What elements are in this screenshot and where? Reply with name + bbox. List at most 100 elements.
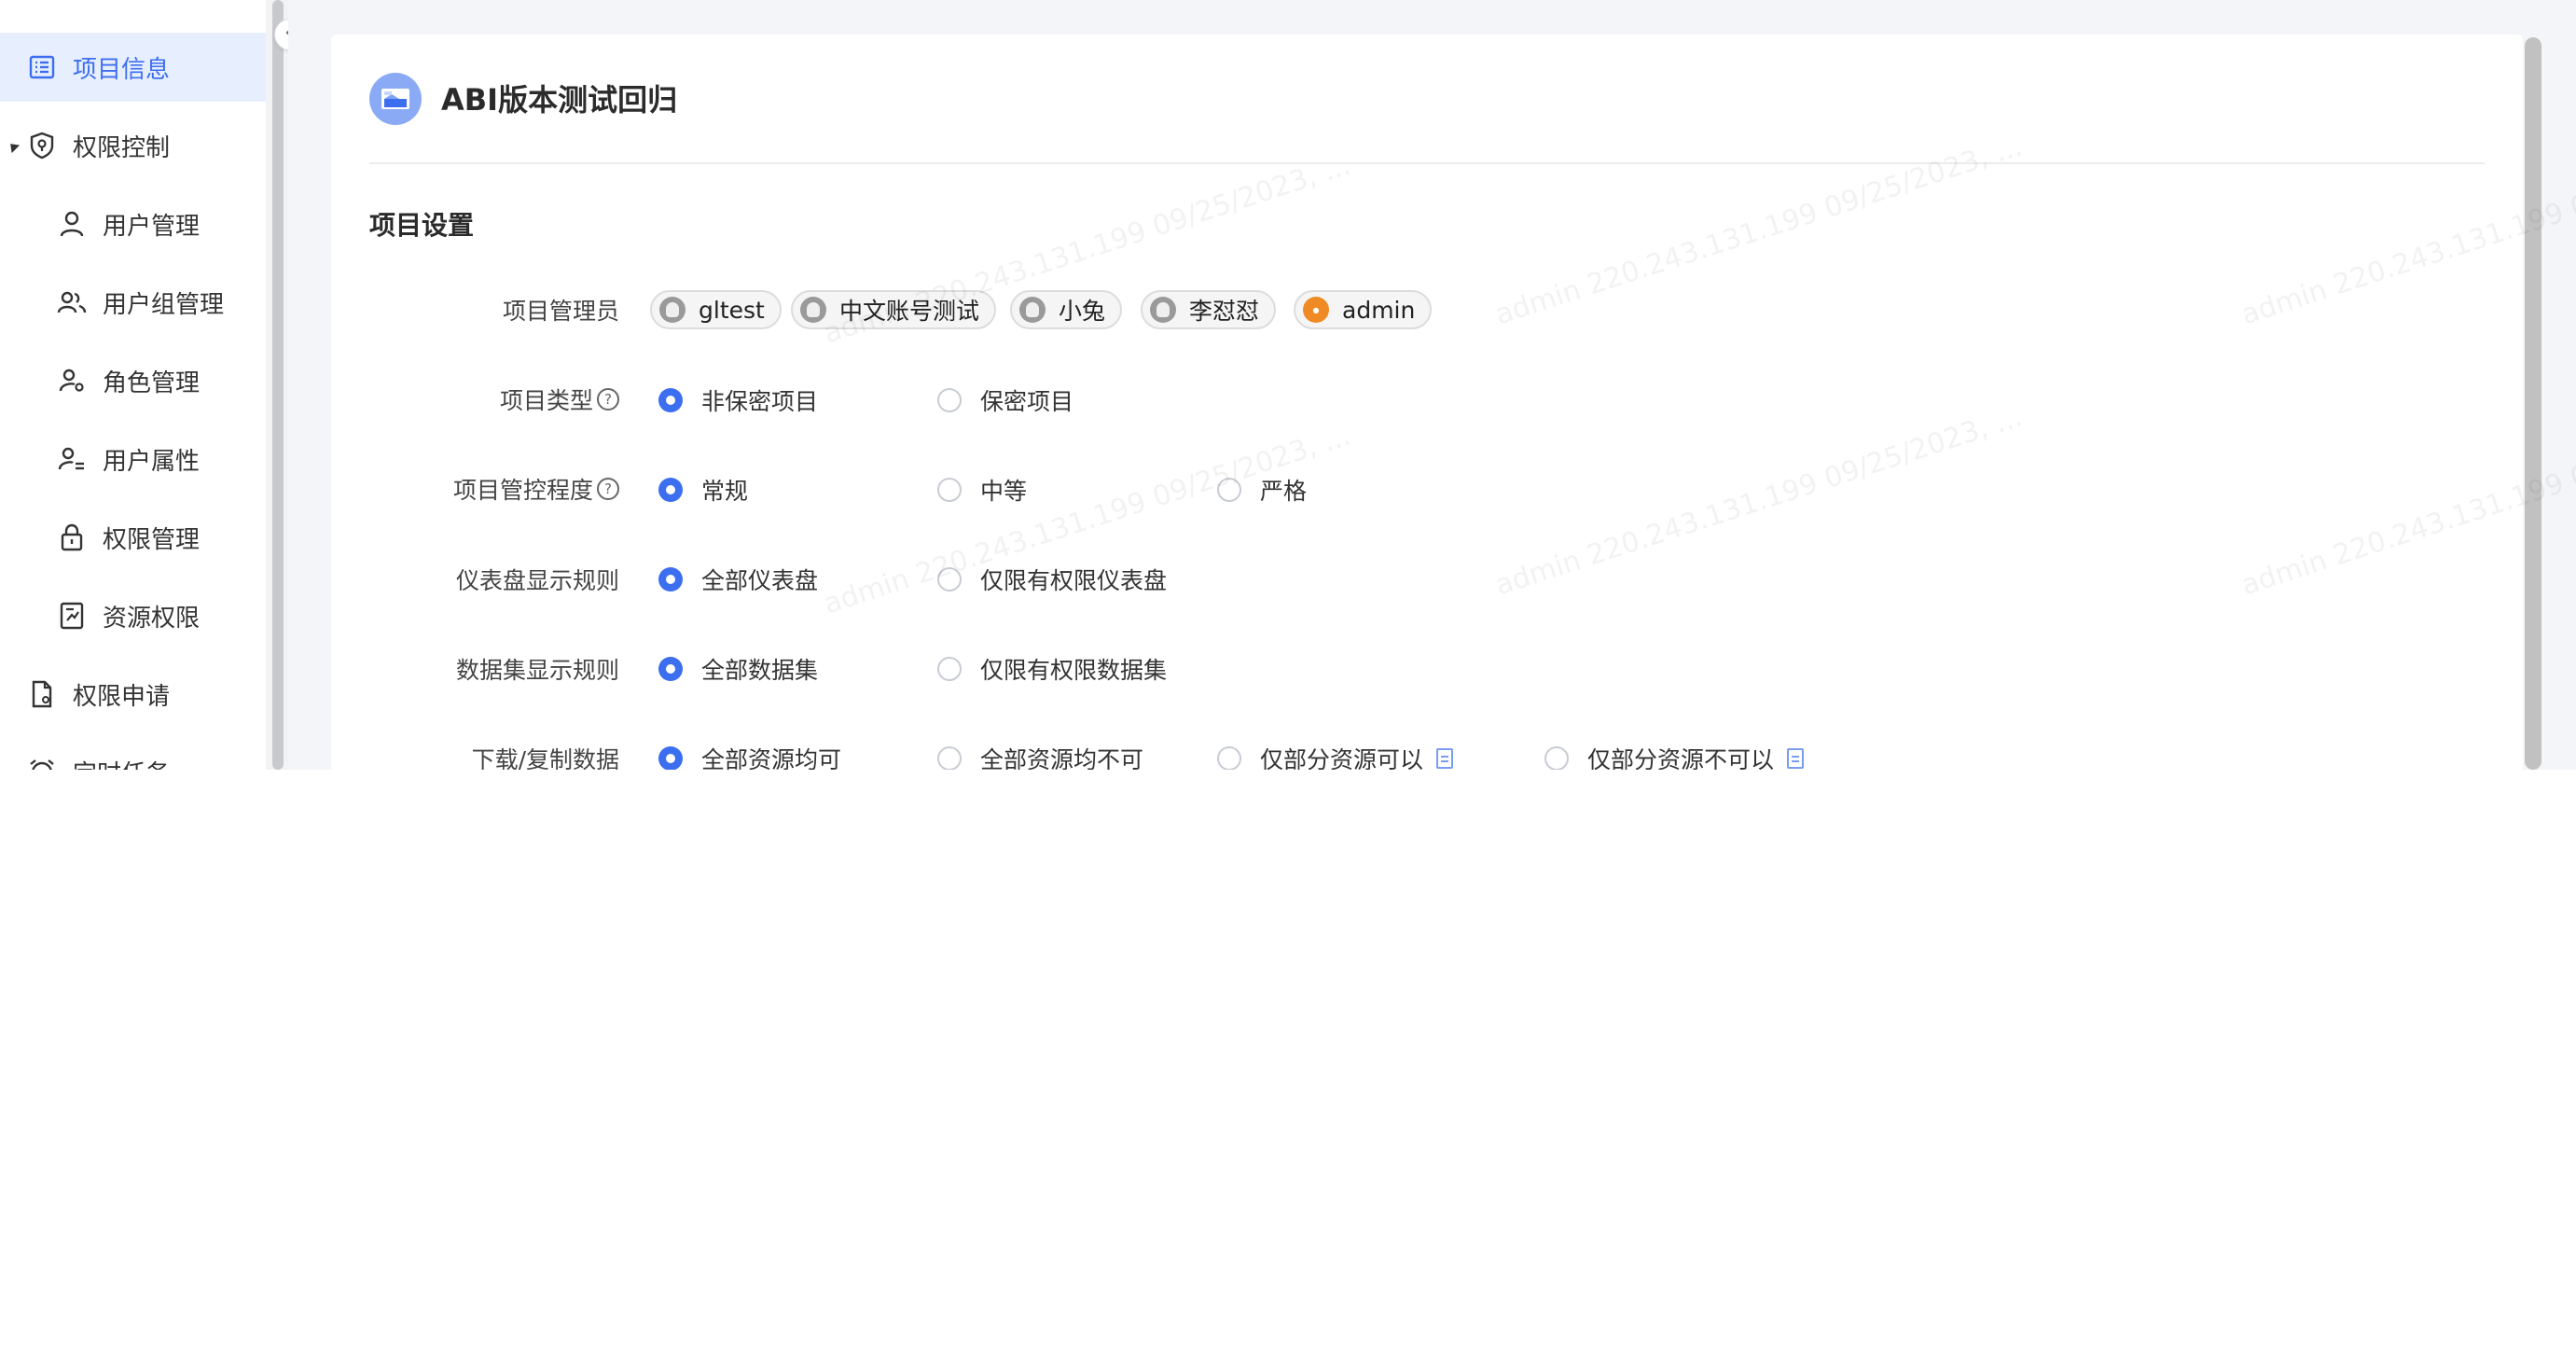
section-title: 项目设置 bbox=[369, 210, 475, 241]
radio-label: 仅部分资源不可以 bbox=[1587, 746, 1775, 770]
radio-label: 全部数据集 bbox=[701, 657, 819, 684]
admin-chip[interactable]: ● admin bbox=[1294, 290, 1433, 329]
avatar: ● bbox=[1303, 297, 1329, 323]
admin-name: gltest bbox=[699, 296, 765, 324]
sidebar-item-label: 角色管理 bbox=[103, 369, 201, 397]
radio-label: 仅部分资源可以 bbox=[1260, 746, 1424, 770]
admin-name: admin bbox=[1342, 296, 1416, 324]
caret-down-icon bbox=[6, 139, 21, 154]
sidebar-item-role-management[interactable]: 角色管理 bbox=[0, 346, 266, 415]
radio-control-normal[interactable]: 常规 bbox=[658, 473, 748, 507]
admin-chip[interactable]: 小兔 bbox=[1010, 290, 1123, 329]
radio-download-some-denied[interactable]: 仅部分资源不可以 bbox=[1544, 742, 1805, 770]
radio-dot[interactable] bbox=[658, 388, 683, 412]
radio-dot[interactable] bbox=[1217, 478, 1241, 502]
radio-label: 保密项目 bbox=[980, 388, 1074, 415]
vertical-scrollbar[interactable] bbox=[2525, 37, 2541, 770]
dataset-rule-label-text: 数据集显示规则 bbox=[455, 657, 619, 684]
sidebar-item-label: 用户属性 bbox=[103, 447, 201, 476]
project-type-label: 项目类型 ? bbox=[500, 383, 619, 416]
user-group-icon bbox=[56, 286, 88, 318]
avatar bbox=[659, 297, 686, 323]
radio-label: 非保密项目 bbox=[701, 388, 819, 415]
avatar bbox=[1150, 297, 1176, 323]
download-copy-label-text: 下载/复制数据 bbox=[471, 746, 619, 770]
sidebar-item-permission-control[interactable]: 权限控制 bbox=[0, 111, 266, 180]
radio-download-some-allowed[interactable]: 仅部分资源可以 bbox=[1217, 742, 1454, 770]
radio-dashboard-all[interactable]: 全部仪表盘 bbox=[658, 563, 818, 596]
project-type-label-text: 项目类型 bbox=[499, 387, 593, 414]
radio-download-all-denied[interactable]: 全部资源均不可 bbox=[937, 742, 1143, 770]
download-copy-label: 下载/复制数据 bbox=[472, 742, 619, 770]
sidebar-item-label: 用户管理 bbox=[103, 212, 201, 241]
radio-project-type-non-confidential[interactable]: 非保密项目 bbox=[658, 383, 818, 417]
sidebar-resize-handle[interactable] bbox=[272, 0, 284, 770]
radio-label: 全部资源均不可 bbox=[980, 746, 1144, 770]
dataset-rule-label: 数据集显示规则 bbox=[456, 652, 619, 686]
sidebar-item-label: 权限控制 bbox=[73, 133, 171, 162]
help-icon[interactable]: ? bbox=[597, 478, 619, 500]
radio-label: 全部资源均可 bbox=[701, 746, 842, 770]
list-icon bbox=[26, 51, 58, 83]
sidebar-item-label: 权限管理 bbox=[103, 525, 201, 554]
radio-label: 中等 bbox=[980, 478, 1028, 505]
radio-dot[interactable] bbox=[658, 478, 683, 502]
radio-dot[interactable] bbox=[658, 657, 683, 681]
sidebar-item-user-attributes[interactable]: 用户属性 bbox=[0, 425, 266, 494]
radio-dot[interactable] bbox=[937, 388, 962, 412]
sidebar-item-user-group-management[interactable]: 用户组管理 bbox=[0, 268, 266, 337]
radio-dashboard-permitted-only[interactable]: 仅限有权限仪表盘 bbox=[937, 563, 1167, 596]
sidebar-item-project-info[interactable]: 项目信息 bbox=[0, 33, 266, 102]
radio-dot[interactable] bbox=[658, 567, 683, 592]
dashboard-rule-label-text: 仪表盘显示规则 bbox=[455, 567, 619, 594]
title-divider bbox=[369, 162, 2485, 164]
radio-label: 仅限有权限仪表盘 bbox=[980, 567, 1168, 594]
app-window: 项目信息 权限控制 用户管理 用户组管理 角色管理 用户属性 权限管理 资源权限… bbox=[0, 0, 2576, 770]
admin-name: 中文账号测试 bbox=[839, 298, 980, 325]
sidebar-item-permission-request[interactable]: 权限申请 bbox=[0, 660, 266, 729]
sidebar-item-permission-management[interactable]: 权限管理 bbox=[0, 503, 266, 572]
sidebar-item-label: 定时任务 bbox=[73, 755, 170, 771]
radio-label: 严格 bbox=[1260, 478, 1308, 505]
control-level-label-text: 项目管控程度 bbox=[452, 477, 593, 504]
radio-download-all-allowed[interactable]: 全部资源均可 bbox=[658, 742, 841, 770]
project-logo bbox=[369, 73, 422, 125]
admin-chip[interactable]: 李怼怼 bbox=[1141, 290, 1277, 329]
radio-control-medium[interactable]: 中等 bbox=[937, 473, 1027, 507]
resource-permission-icon bbox=[56, 600, 88, 632]
avatar bbox=[1019, 297, 1046, 323]
document-icon[interactable] bbox=[1436, 748, 1454, 769]
radio-dot[interactable] bbox=[1544, 746, 1569, 770]
admins-label-text: 项目管理员 bbox=[502, 298, 619, 325]
radio-control-strict[interactable]: 严格 bbox=[1217, 473, 1307, 507]
radio-dataset-all[interactable]: 全部数据集 bbox=[658, 652, 818, 686]
radio-label: 全部仪表盘 bbox=[701, 567, 819, 594]
dashboard-rule-label: 仪表盘显示规则 bbox=[456, 563, 619, 596]
admins-label: 项目管理员 bbox=[503, 293, 619, 327]
document-icon[interactable] bbox=[1787, 748, 1805, 769]
user-attribute-icon bbox=[56, 443, 88, 475]
radio-dot[interactable] bbox=[937, 746, 962, 770]
radio-dot[interactable] bbox=[1217, 746, 1241, 770]
radio-label: 常规 bbox=[701, 478, 749, 505]
sidebar: 项目信息 权限控制 用户管理 用户组管理 角色管理 用户属性 权限管理 资源权限… bbox=[0, 0, 266, 770]
help-icon[interactable]: ? bbox=[597, 388, 619, 411]
document-request-icon bbox=[26, 678, 58, 710]
radio-label: 仅限有权限数据集 bbox=[980, 657, 1168, 684]
sidebar-item-scheduled-tasks[interactable]: 定时任务 bbox=[0, 737, 266, 770]
sidebar-item-label: 权限申请 bbox=[73, 682, 171, 711]
radio-dataset-permitted-only[interactable]: 仅限有权限数据集 bbox=[937, 652, 1167, 686]
radio-dot[interactable] bbox=[658, 746, 683, 770]
admin-chip[interactable]: 中文账号测试 bbox=[791, 290, 997, 329]
sidebar-item-label: 项目信息 bbox=[73, 55, 171, 84]
radio-dot[interactable] bbox=[937, 657, 962, 681]
radio-dot[interactable] bbox=[937, 478, 962, 502]
role-icon bbox=[56, 365, 88, 397]
radio-dot[interactable] bbox=[937, 567, 962, 592]
admin-name: 小兔 bbox=[1059, 298, 1106, 325]
admin-chip[interactable]: gltest bbox=[650, 290, 782, 329]
sidebar-item-user-management[interactable]: 用户管理 bbox=[0, 189, 266, 258]
sidebar-item-resource-permissions[interactable]: 资源权限 bbox=[0, 581, 266, 650]
radio-project-type-confidential[interactable]: 保密项目 bbox=[937, 383, 1073, 417]
caret-down-icon bbox=[6, 765, 21, 770]
